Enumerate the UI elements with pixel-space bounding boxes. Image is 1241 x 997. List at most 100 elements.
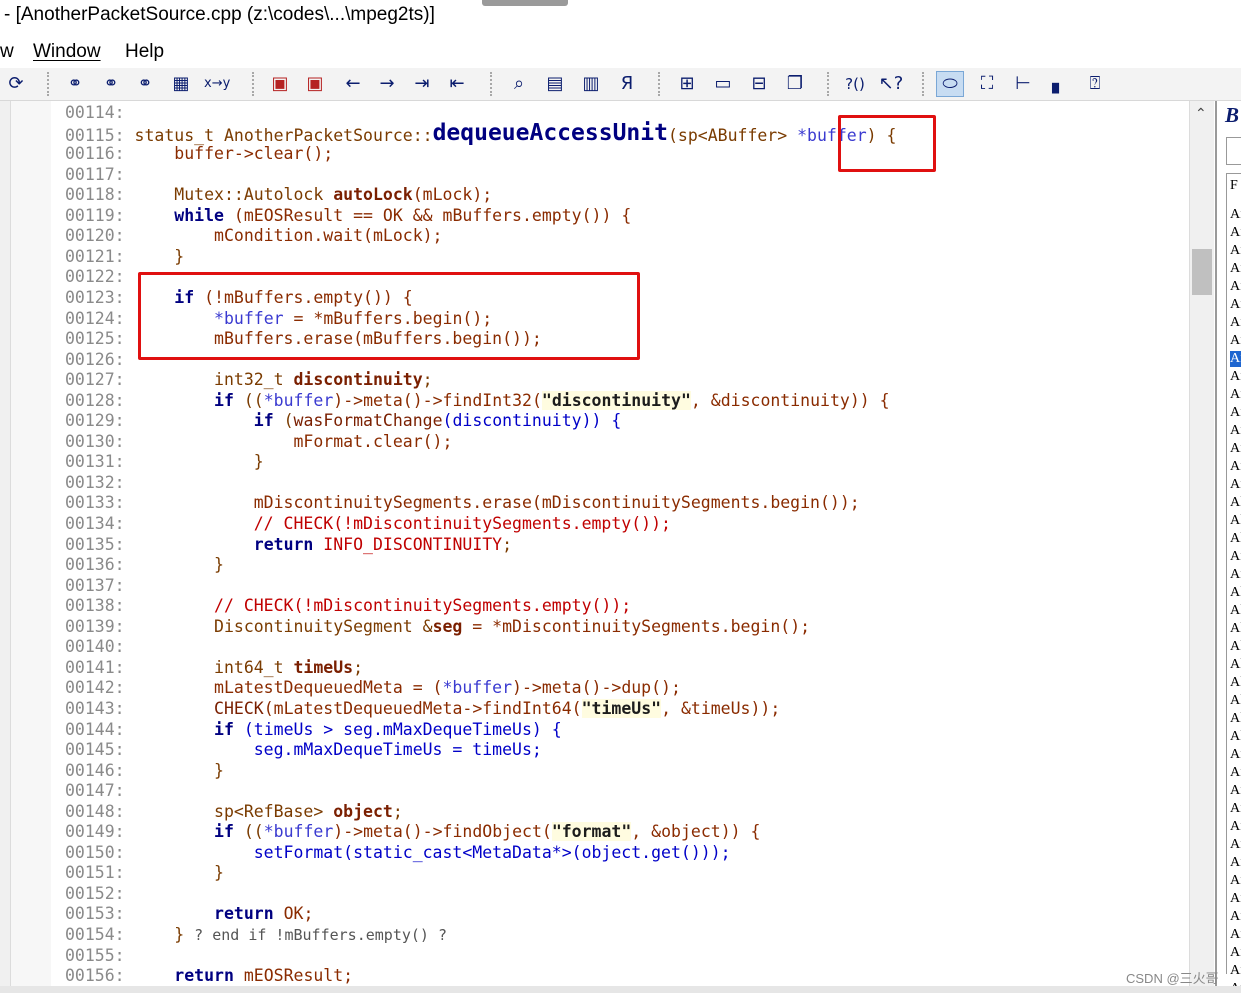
code-line[interactable]: 00154: } ? end if !mBuffers.empty() ? xyxy=(65,925,447,945)
symbol-list-item[interactable]: Aı xyxy=(1230,747,1241,763)
symbol-list-item[interactable]: Aı xyxy=(1230,441,1241,457)
code-line[interactable]: 00117: xyxy=(65,165,135,185)
symbol-list-item[interactable]: Aı xyxy=(1230,873,1241,889)
symbol-list-item[interactable]: Aı xyxy=(1230,243,1241,259)
symbol-list-item[interactable]: Aı xyxy=(1230,369,1241,385)
replace-icon[interactable]: x→y xyxy=(204,72,230,96)
code-line[interactable]: 00137: xyxy=(65,576,135,596)
code-line[interactable]: 00134: // CHECK(!mDiscontinuitySegments.… xyxy=(65,514,671,534)
symbol-list-item[interactable]: Aı xyxy=(1230,855,1241,871)
symbol-list-item[interactable]: Aı xyxy=(1230,459,1241,475)
binoculars-icon[interactable]: ⚭ xyxy=(62,72,88,96)
code-line[interactable]: 00120: mCondition.wait(mLock); xyxy=(65,226,443,246)
code-line[interactable]: 00144: if (timeUs > seg.mMaxDequeTimeUs)… xyxy=(65,720,562,740)
code-line[interactable]: 00132: xyxy=(65,473,135,493)
code-line[interactable]: 00129: if (wasFormatChange(discontinuity… xyxy=(65,411,621,431)
symbol-list-item[interactable]: Aı xyxy=(1230,927,1241,943)
help-pointer-icon[interactable]: ↖? xyxy=(878,72,904,96)
forward-arrow-icon[interactable]: → xyxy=(374,72,400,96)
code-line[interactable]: 00131: } xyxy=(65,452,264,472)
relation-icon[interactable]: ⛶ xyxy=(974,72,1000,96)
symbol-list-item[interactable]: Al xyxy=(1230,729,1241,745)
find-in-files-icon[interactable]: ▦ xyxy=(168,72,194,96)
project-icon[interactable]: ▤ xyxy=(542,72,568,96)
code-line[interactable]: 00114: xyxy=(65,103,135,123)
symbol-list-item[interactable]: Aı xyxy=(1230,405,1241,421)
symbol-list-item[interactable]: Aı xyxy=(1230,423,1241,439)
code-line[interactable]: 00143: CHECK(mLatestDequeuedMeta->findIn… xyxy=(65,698,780,719)
code-line[interactable]: 00115: status_t AnotherPacketSource::deq… xyxy=(65,121,896,145)
code-line[interactable]: 00133: mDiscontinuitySegments.erase(mDis… xyxy=(65,493,860,513)
symbol-list-item[interactable]: Aı xyxy=(1230,297,1241,313)
symbol-list-item[interactable]: Aı xyxy=(1230,801,1241,817)
code-line[interactable]: 00126: xyxy=(65,350,135,370)
symbol-list-item[interactable]: Al xyxy=(1230,657,1241,673)
reference-icon[interactable]: Я xyxy=(614,72,640,96)
context-icon[interactable]: ⬭ xyxy=(936,71,964,97)
binoculars-next-icon[interactable]: ⚭ xyxy=(132,72,158,96)
symbol-list-item[interactable]: Aı xyxy=(1230,207,1241,223)
book-icon[interactable]: ▥ xyxy=(578,72,604,96)
code-line[interactable]: 00127: int32_t discontinuity; xyxy=(65,370,433,390)
horizontal-scrollbar[interactable] xyxy=(0,986,1241,993)
outline-icon[interactable]: ⊢ xyxy=(1010,72,1036,96)
code-line[interactable]: 00148: sp<RefBase> object; xyxy=(65,802,403,822)
code-line[interactable]: 00149: if ((*buffer)->meta()->findObject… xyxy=(65,822,760,842)
bookmark-next-icon[interactable]: ▣ xyxy=(302,72,328,96)
symbol-list-item[interactable]: Al xyxy=(1230,639,1241,655)
symbol-list-item[interactable]: Al xyxy=(1230,621,1241,637)
symbol-list-item[interactable]: Aı xyxy=(1230,891,1241,907)
back-arrow-icon[interactable]: ← xyxy=(340,72,366,96)
jump-in-icon[interactable]: ⇥ xyxy=(409,72,435,96)
symbol-list-item[interactable]: Aı xyxy=(1230,909,1241,925)
scroll-thumb[interactable] xyxy=(1192,249,1212,295)
code-line[interactable]: 00142: mLatestDequeuedMeta = (*buffer)->… xyxy=(65,678,681,698)
code-line[interactable]: 00118: Mutex::Autolock autoLock(mLock); xyxy=(65,185,492,205)
refresh-icon[interactable]: ⟳ xyxy=(3,72,29,96)
code-line[interactable]: 00138: // CHECK(!mDiscontinuitySegments.… xyxy=(65,596,631,616)
code-line[interactable]: 00139: DiscontinuitySegment &seg = *mDis… xyxy=(65,617,810,637)
code-line[interactable]: 00116: buffer->clear(); xyxy=(65,144,333,164)
code-line[interactable]: 00152: xyxy=(65,884,135,904)
symbol-list[interactable]: F Aı Aı Aı Aı Aı Aı Aı Aı Aı Aı Aı Aı Aı Aı Aı Aı Al Al Al… xyxy=(1226,173,1241,996)
scroll-up-icon[interactable]: ⌃ xyxy=(1195,105,1207,122)
grid-icon[interactable]: ⊞ xyxy=(674,72,700,96)
symbol-list-item[interactable]: Al xyxy=(1230,513,1241,529)
symbol-list-item[interactable]: Al xyxy=(1230,603,1241,619)
split-icon[interactable]: ⊟ xyxy=(746,72,772,96)
code-line[interactable]: 00121: } xyxy=(65,247,184,267)
symbol-list-item[interactable]: Aı xyxy=(1230,819,1241,835)
code-line[interactable]: 00140: xyxy=(65,637,135,657)
code-line[interactable]: 00128: if ((*buffer)->meta()->findInt32(… xyxy=(65,390,890,411)
code-editor[interactable]: 00114: 00115: status_t AnotherPacketSour… xyxy=(51,101,1188,986)
symbol-list-item[interactable]: Aı xyxy=(1230,351,1241,367)
jump-out-icon[interactable]: ⇤ xyxy=(444,72,470,96)
symbol-list-item[interactable]: Aı xyxy=(1230,477,1241,493)
bookmark-prev-icon[interactable]: ▣ xyxy=(267,72,293,96)
menu-window[interactable]: Window xyxy=(33,41,101,63)
code-line[interactable]: 00153: return OK; xyxy=(65,904,313,924)
code-line[interactable]: 00151: } xyxy=(65,863,224,883)
symbol-list-item[interactable]: Aı xyxy=(1230,315,1241,331)
code-line[interactable]: 00135: return INFO_DISCONTINUITY; xyxy=(65,535,512,555)
code-line[interactable]: 00147: xyxy=(65,781,135,801)
lookup-icon[interactable]: ⌕ xyxy=(506,72,532,96)
window-icon[interactable]: ▭ xyxy=(710,72,736,96)
code-line[interactable]: 00130: mFormat.clear(); xyxy=(65,432,452,452)
code-line[interactable]: 00150: setFormat(static_cast<MetaData*>(… xyxy=(65,843,731,863)
symbol-list-item[interactable]: Aı xyxy=(1230,261,1241,277)
symbol-list-item[interactable]: Aı xyxy=(1230,567,1241,583)
symbol-list-item[interactable]: Al xyxy=(1230,711,1241,727)
symbol-list-item[interactable]: Al xyxy=(1230,585,1241,601)
code-line[interactable]: 00146: } xyxy=(65,761,224,781)
code-line[interactable]: 00122: xyxy=(65,267,135,287)
help-book-icon[interactable]: ⍰ xyxy=(1082,72,1108,96)
code-line[interactable]: 00156: return mEOSResult; xyxy=(65,966,353,986)
code-line[interactable]: 00145: seg.mMaxDequeTimeUs = timeUs; xyxy=(65,740,542,760)
symbol-list-item[interactable]: Al xyxy=(1230,693,1241,709)
layout-icon[interactable]: ▖ xyxy=(1046,72,1072,96)
symbol-list-item[interactable]: Aı xyxy=(1230,333,1241,349)
symbol-list-item[interactable]: Aı xyxy=(1230,945,1241,961)
code-line[interactable]: 00119: while (mEOSResult == OK && mBuffe… xyxy=(65,206,631,226)
symbol-list-item[interactable]: Aı xyxy=(1230,549,1241,565)
